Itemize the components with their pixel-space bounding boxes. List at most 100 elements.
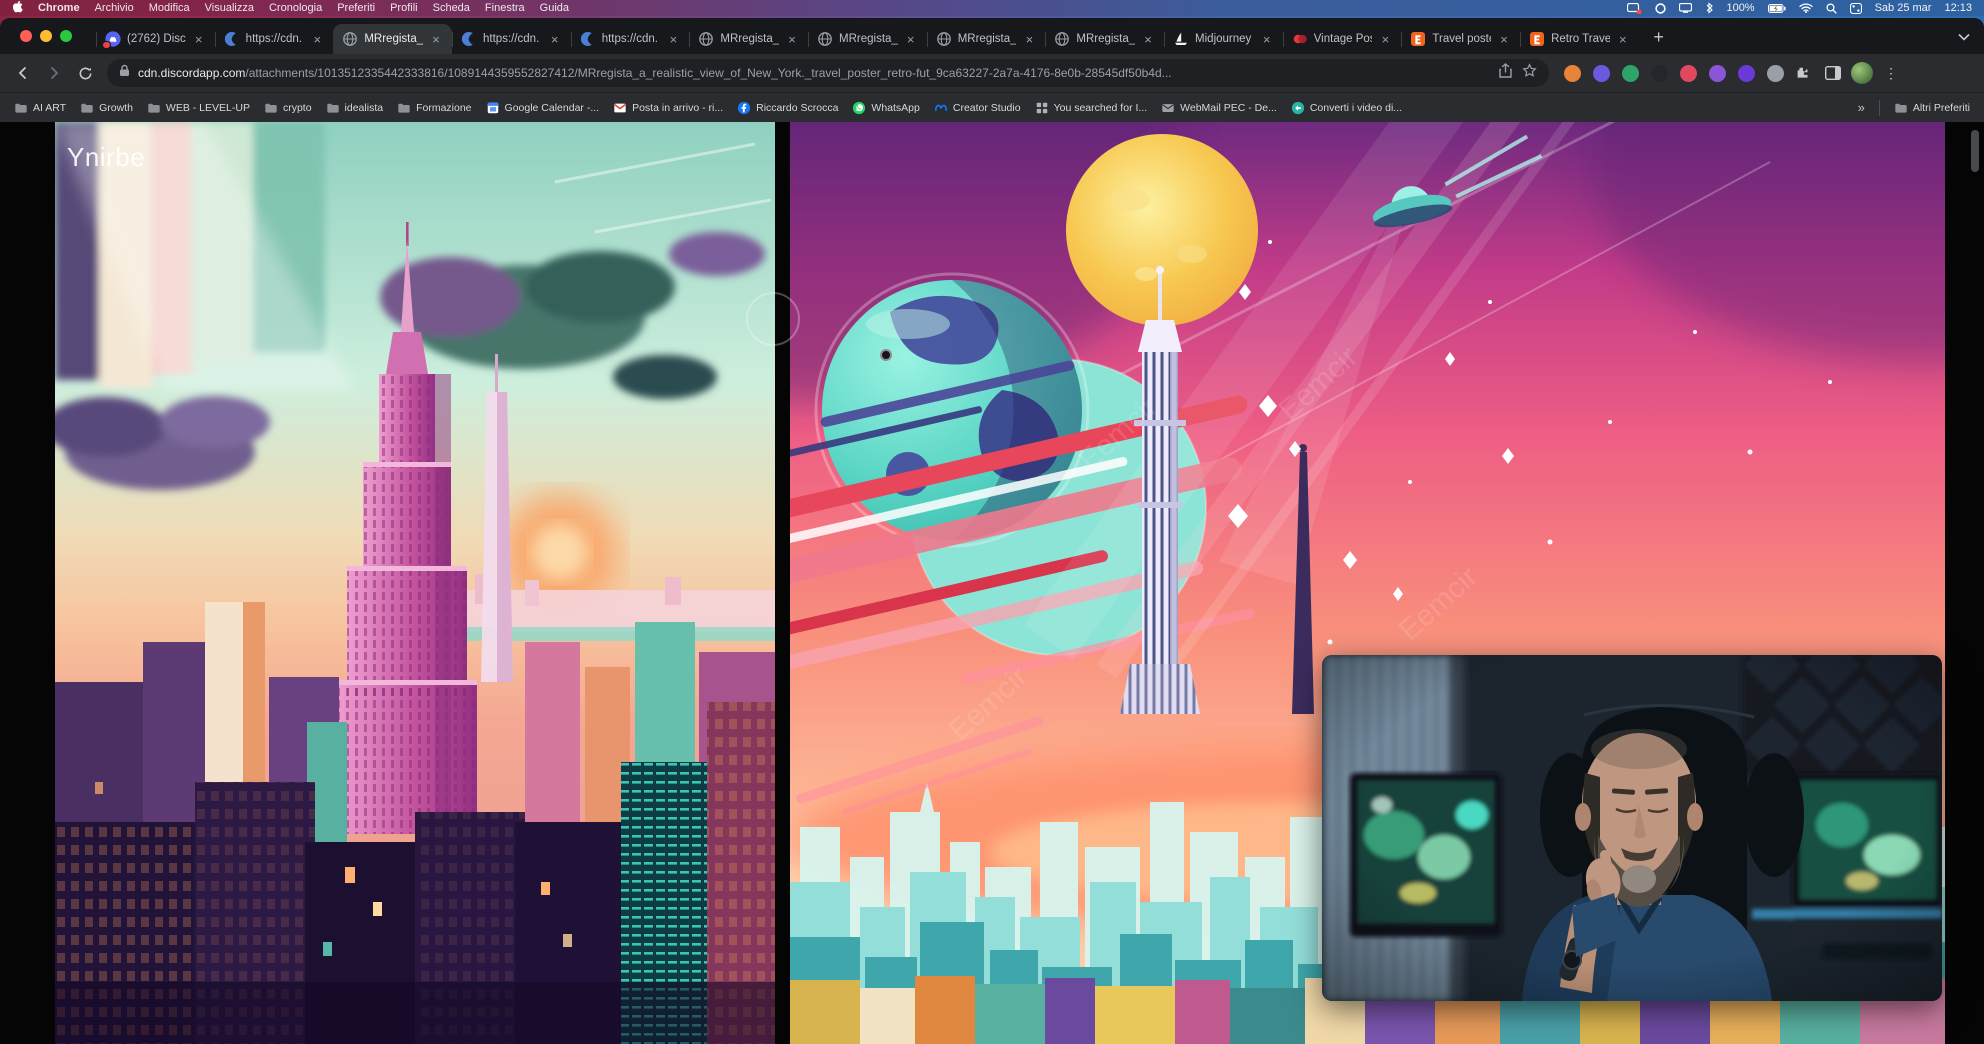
bookmark-item[interactable]: You searched for I... [1035,101,1148,115]
bookmark-item[interactable]: Riccardo Scrocca [737,101,838,115]
menu-item-profili[interactable]: Profili [390,2,418,14]
browser-menu-button[interactable]: ⋮ [1878,65,1904,82]
extensions-puzzle-button[interactable] [1789,60,1815,86]
bookmark-item[interactable]: Growth [80,101,133,115]
folder-icon [264,101,278,115]
opera-browser-icon[interactable] [1655,3,1666,14]
tab-1[interactable]: (2762) Disc× [96,24,215,54]
tab-close-icon[interactable]: × [1022,32,1036,47]
bookmark-item[interactable]: crypto [264,101,312,115]
tab-close-icon[interactable]: × [548,32,562,47]
reload-button[interactable] [72,60,98,86]
share-button[interactable] [1499,63,1512,83]
menu-item-archivio[interactable]: Archivio [95,2,134,14]
tab-close-icon[interactable]: × [785,32,799,47]
bookmarks-overflow-button[interactable]: » [1858,100,1865,115]
bookmark-item[interactable]: idealista [326,101,384,115]
menu-item-modifica[interactable]: Modifica [149,2,190,14]
notification-badge [102,41,111,49]
screen-recording-icon[interactable] [1627,3,1642,14]
extension-icon-1[interactable] [1564,65,1581,82]
bookmark-item[interactable]: Creator Studio [934,101,1021,115]
bookmark-label: crypto [283,102,312,114]
bookmark-label: AI ART [33,102,66,114]
tab-close-icon[interactable]: × [666,32,680,47]
back-button[interactable] [10,60,36,86]
image-watermark: Ynirbe [67,142,145,173]
bookmark-star-button[interactable] [1522,63,1537,83]
spotlight-icon[interactable] [1826,3,1837,14]
address-bar[interactable]: cdn.discordapp.com/attachments/101351233… [107,59,1549,87]
bookmark-item[interactable]: Google Calendar -... [486,101,600,115]
grid-icon [1035,101,1049,115]
menu-item-scheda[interactable]: Scheda [433,2,470,14]
tab-close-icon[interactable]: × [1260,32,1274,47]
menu-item-cronologia[interactable]: Cronologia [269,2,322,14]
extension-icon-6[interactable] [1709,65,1726,82]
menubar-time[interactable]: 12:13 [1944,2,1972,14]
tab-13[interactable]: Retro Trave× [1520,24,1639,54]
tab-9[interactable]: MRregista_× [1045,24,1164,54]
tab-7[interactable]: MRregista_× [808,24,927,54]
display-icon[interactable] [1679,3,1692,13]
globe-icon [817,31,833,47]
tab-10[interactable]: Midjourney× [1164,24,1283,54]
extension-icon-4[interactable] [1651,65,1668,82]
tab-close-icon[interactable]: × [310,32,324,47]
control-center-icon[interactable] [1850,3,1862,14]
tab-12[interactable]: Travel poste× [1401,24,1520,54]
menu-item-finestra[interactable]: Finestra [485,2,525,14]
profile-avatar[interactable] [1851,62,1873,84]
bookmark-item[interactable]: Converti i video di... [1291,101,1402,115]
tab-close-icon[interactable]: × [429,32,443,47]
menubar-date[interactable]: Sab 25 mar [1875,2,1932,14]
tab-close-icon[interactable]: × [1378,32,1392,47]
bluetooth-icon[interactable] [1705,2,1713,14]
tab-5[interactable]: https://cdn.× [571,24,690,54]
tab-close-icon[interactable]: × [1141,32,1155,47]
globe-icon [342,31,358,47]
tab-3[interactable]: MRregista_× [333,24,452,54]
bookmark-item[interactable]: WhatsApp [852,101,919,115]
page-scrollbar-thumb[interactable] [1971,130,1979,172]
tab-close-icon[interactable]: × [192,32,206,47]
menu-item-visualizza[interactable]: Visualizza [205,2,254,14]
extension-icon-3[interactable] [1622,65,1639,82]
wifi-icon[interactable] [1799,3,1813,13]
bookmark-item[interactable]: WebMail PEC - De... [1161,101,1277,115]
bookmark-item[interactable]: WEB - LEVEL-UP [147,101,250,115]
extension-icon-2[interactable] [1593,65,1610,82]
bookmark-item[interactable]: Formazione [397,101,471,115]
menu-item-chrome[interactable]: Chrome [38,2,80,14]
tab-close-icon[interactable]: × [904,32,918,47]
traffic-light-minimize[interactable] [40,30,52,42]
traffic-light-close[interactable] [20,30,32,42]
presenter-video [1322,655,1942,1001]
tab-6[interactable]: MRregista_ × [689,24,808,54]
extension-icon-5[interactable] [1680,65,1697,82]
new-tab-button[interactable]: + [1645,23,1673,51]
extension-icon-8[interactable] [1767,65,1784,82]
tab-2[interactable]: https://cdn.× [215,24,334,54]
bookmark-label: idealista [345,102,384,114]
tab-search-button[interactable] [1958,28,1970,46]
bookmark-item[interactable]: Posta in arrivo - ri... [613,101,723,115]
apple-menu-icon[interactable] [12,0,23,16]
tab-close-icon[interactable]: × [1497,32,1511,47]
tab-4[interactable]: https://cdn.× [452,24,571,54]
tab-11[interactable]: Vintage Pos× [1283,24,1402,54]
sidebar-toggle-button[interactable] [1820,60,1846,86]
meta-icon [934,101,948,115]
forward-button[interactable] [41,60,67,86]
other-bookmarks-folder[interactable]: Altri Preferiti [1894,101,1970,115]
extension-icon-7[interactable] [1738,65,1755,82]
bookmark-item[interactable]: AI ART [14,101,66,115]
lock-icon [119,64,130,82]
tab-close-icon[interactable]: × [1616,32,1630,47]
menu-item-preferiti[interactable]: Preferiti [337,2,375,14]
mouse-cursor [880,349,892,361]
traffic-light-zoom[interactable] [60,30,72,42]
tab-label: MRregista_ [720,33,779,45]
tab-8[interactable]: MRregista_× [927,24,1046,54]
menu-item-guida[interactable]: Guida [540,2,569,14]
